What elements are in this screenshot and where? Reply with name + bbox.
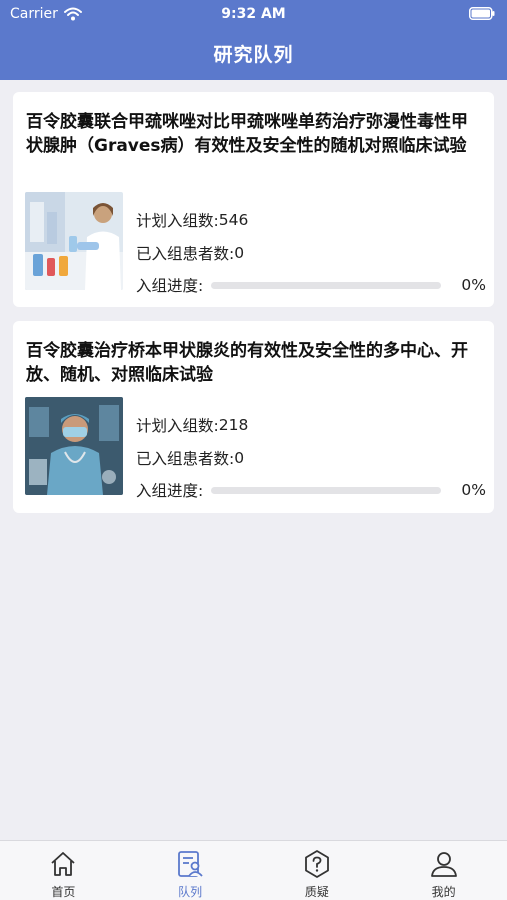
progress-percent: 0% — [461, 276, 486, 295]
tab-home[interactable]: 首页 — [0, 841, 127, 900]
study-stats: 计划入组数: 218 已入组患者数: 0 入组进度: 0% — [136, 409, 486, 507]
enrolled-value: 0 — [234, 448, 245, 467]
enrolled-value: 0 — [234, 243, 245, 262]
tab-home-label: 首页 — [51, 885, 76, 899]
enrollment-progress: 入组进度: 0% — [136, 269, 486, 302]
progress-label: 入组进度: — [136, 277, 204, 296]
home-icon — [51, 852, 75, 876]
tab-mine[interactable]: 我的 — [380, 841, 507, 900]
tab-query-label: 质疑 — [304, 885, 329, 899]
tab-query[interactable]: 质疑 — [254, 841, 381, 900]
planned-label: 计划入组数: — [136, 417, 219, 436]
tab-bar: 首页 队列 质疑 我的 — [0, 840, 507, 900]
study-card[interactable]: 百令胶囊治疗桥本甲状腺炎的有效性及安全性的多中心、开放、随机、对照临床试验 计划… — [13, 321, 494, 513]
status-bar: Carrier 9:32 AM — [0, 0, 507, 28]
battery-icon — [469, 7, 495, 20]
clock: 9:32 AM — [221, 6, 286, 22]
cohort-icon — [178, 851, 203, 877]
study-title: 百令胶囊治疗桥本甲状腺炎的有效性及安全性的多中心、开放、随机、对照临床试验 — [26, 341, 468, 385]
enrollment-progress: 入组进度: 0% — [136, 474, 486, 507]
planned-value: 218 — [218, 416, 249, 435]
lab-scientist-photo — [25, 192, 123, 290]
page-title: 研究队列 — [213, 44, 294, 66]
app-header: Carrier 9:32 AM 研究队列 — [0, 0, 507, 80]
study-card[interactable]: 百令胶囊联合甲巯咪唑对比甲巯咪唑单药治疗弥漫性毒性甲状腺肿（Graves病）有效… — [13, 92, 494, 307]
enrolled-label: 已入组患者数: — [136, 244, 235, 263]
study-title: 百令胶囊联合甲巯咪唑对比甲巯咪唑单药治疗弥漫性毒性甲状腺肿（Graves病）有效… — [26, 112, 468, 156]
question-icon — [304, 850, 329, 878]
planned-label: 计划入组数: — [136, 212, 219, 231]
progress-bar — [211, 486, 442, 494]
progress-percent: 0% — [461, 481, 486, 500]
tab-mine-label: 我的 — [431, 885, 456, 899]
doctor-photo — [25, 397, 123, 495]
study-stats: 计划入组数: 546 已入组患者数: 0 入组进度: 0% — [136, 204, 486, 302]
progress-label: 入组进度: — [136, 482, 204, 501]
enrolled-label: 已入组患者数: — [136, 449, 235, 468]
planned-enrollment: 计划入组数: 546 — [136, 204, 486, 237]
enrolled-patients: 已入组患者数: 0 — [136, 237, 486, 270]
tab-cohort-label: 队列 — [178, 885, 203, 899]
enrolled-patients: 已入组患者数: 0 — [136, 442, 486, 475]
tab-cohort[interactable]: 队列 — [127, 841, 254, 900]
user-icon — [430, 852, 457, 877]
planned-enrollment: 计划入组数: 218 — [136, 409, 486, 442]
progress-bar — [211, 281, 442, 289]
planned-value: 546 — [218, 211, 249, 230]
